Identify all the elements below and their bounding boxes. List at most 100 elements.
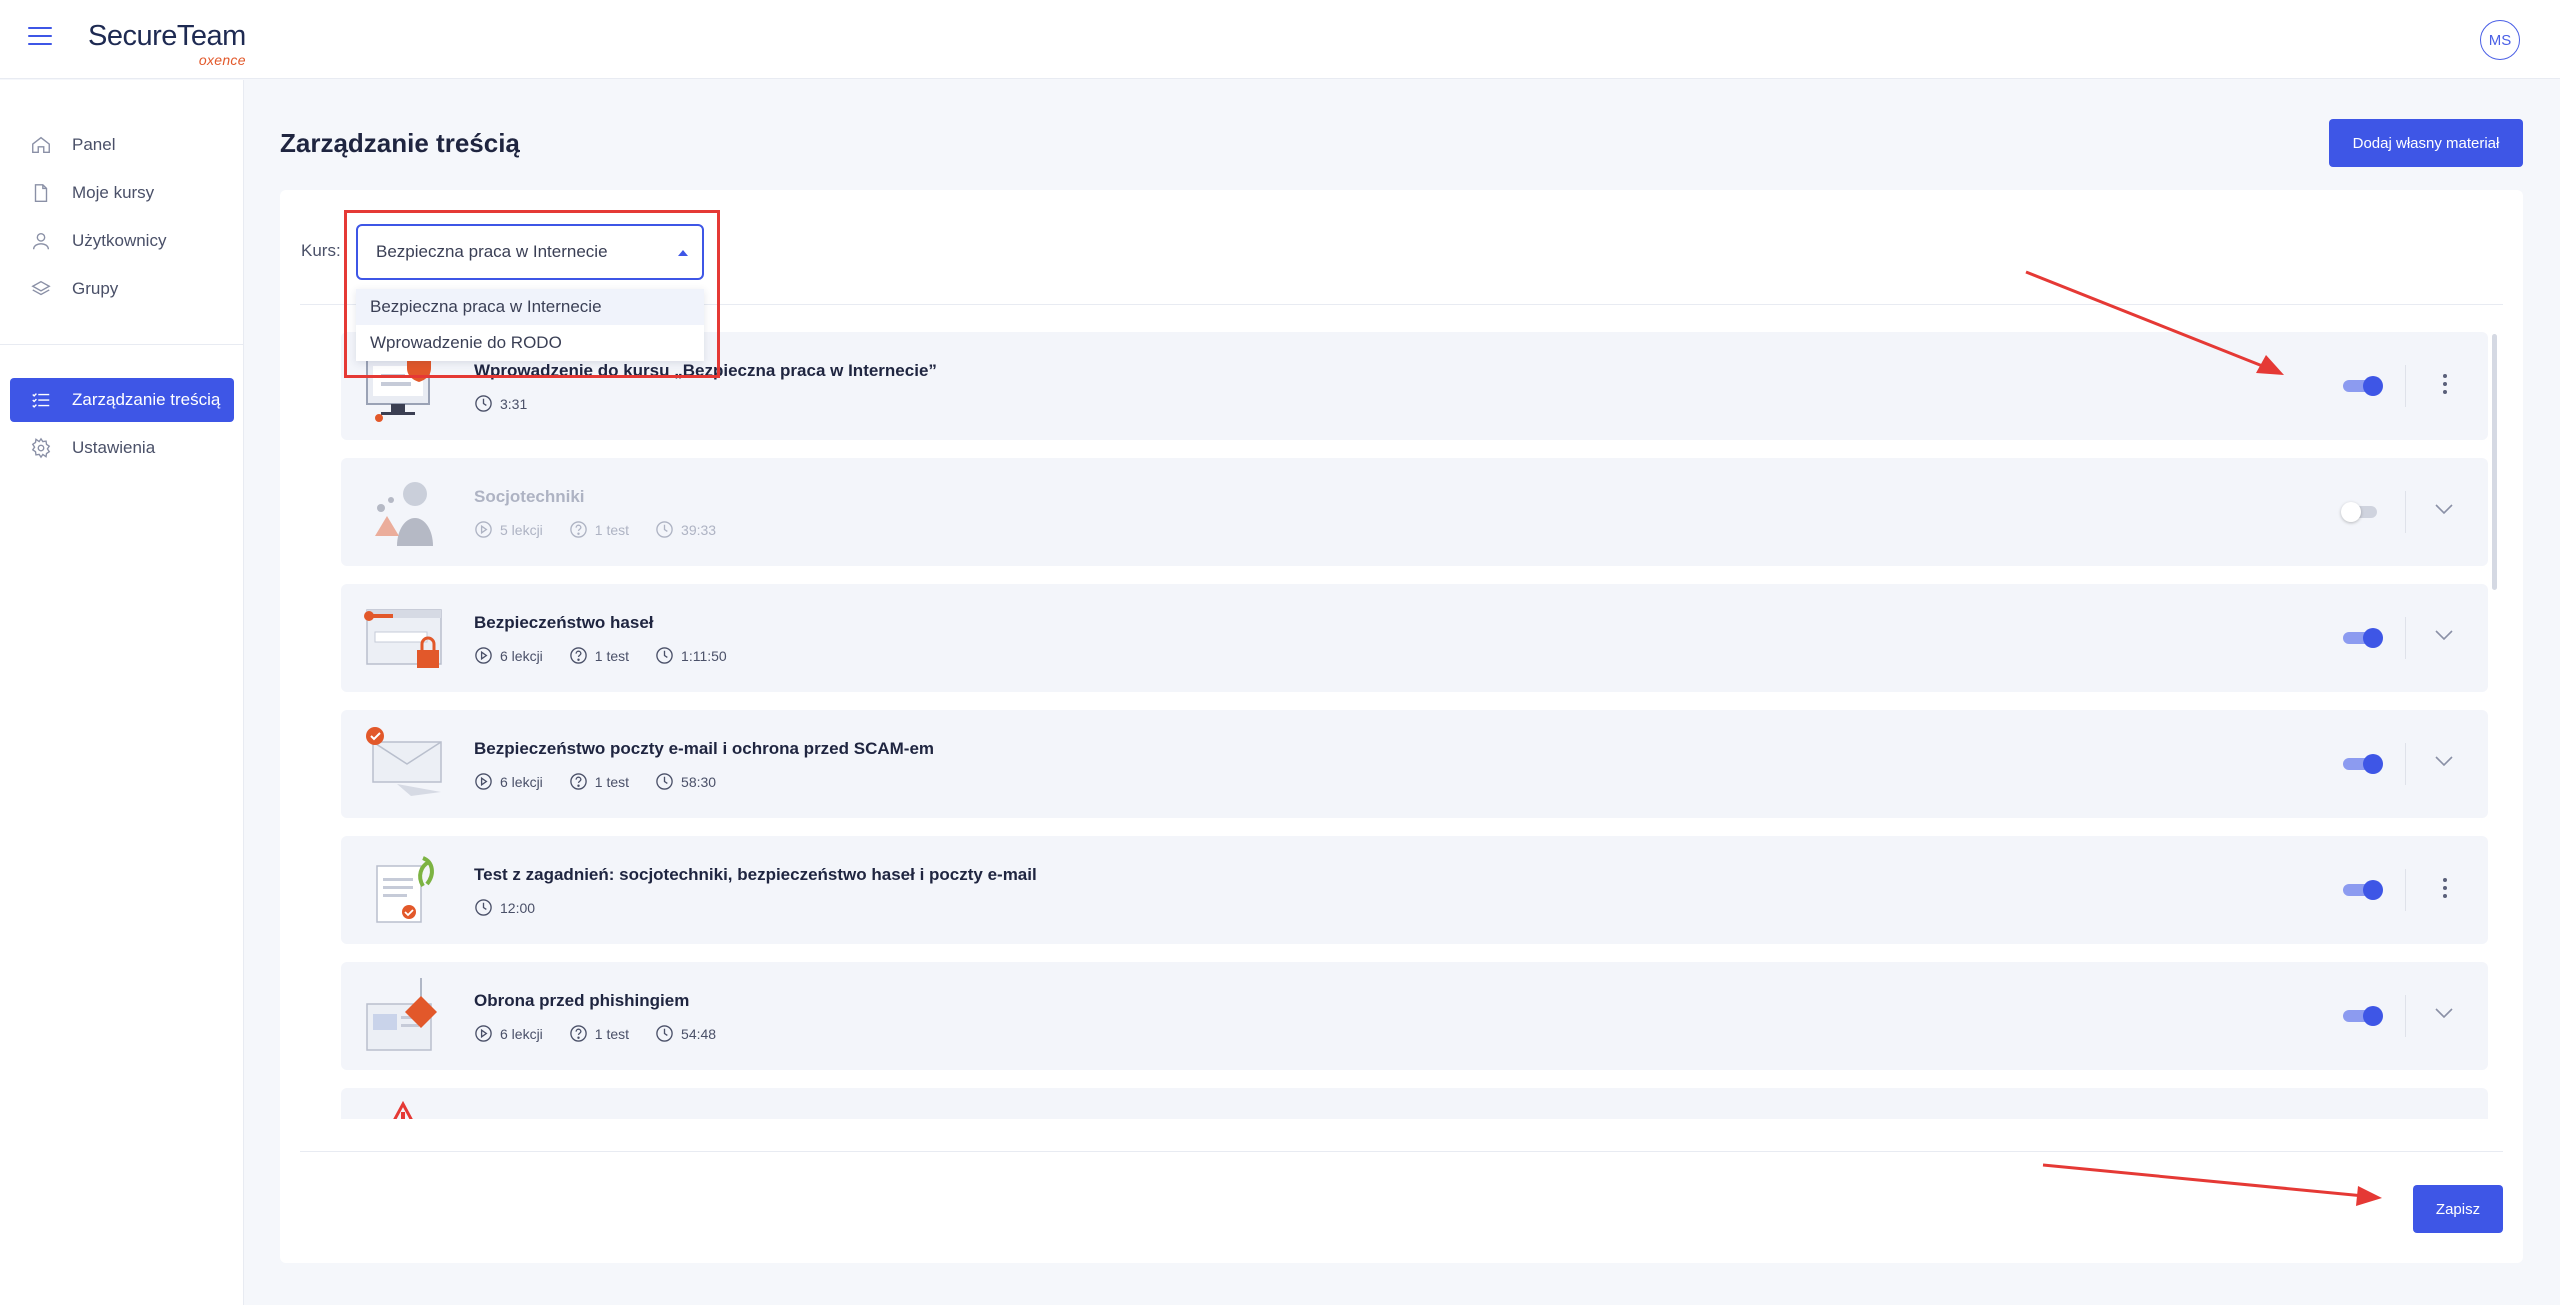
sidebar-item-panel[interactable]: Panel xyxy=(10,123,234,167)
test-value: 1 test xyxy=(594,1025,630,1042)
sidebar-item-label: Ustawienia xyxy=(72,438,156,457)
sidebar-item-label: Zarządzanie treścią xyxy=(72,390,221,409)
logo-subtext: oxence xyxy=(198,52,246,68)
gear-icon xyxy=(31,437,51,459)
question-circle-icon xyxy=(570,1025,587,1042)
duration-value: 1:11:50 xyxy=(681,647,727,664)
module-toggle[interactable] xyxy=(2343,628,2383,648)
sidebar-item-label: Grupy xyxy=(72,279,119,298)
caret-up-icon xyxy=(678,250,688,256)
test-value: 1 test xyxy=(594,773,630,790)
test-value: 1 test xyxy=(594,647,630,664)
module-row: Obrona przed phishingiem 6 lekcji 1 test… xyxy=(341,962,2488,1070)
more-vertical-icon[interactable] xyxy=(2441,374,2449,398)
duration: 1:11:50 xyxy=(655,646,727,665)
module-meta: 5 lekcji 1 test 39:33 xyxy=(474,520,742,539)
module-meta: 6 lekcji 1 test 54:48 xyxy=(474,1024,742,1043)
logo-text: SecureTeam xyxy=(88,20,246,52)
divider xyxy=(300,1151,2503,1152)
phishing-icon xyxy=(366,978,437,1051)
play-circle-icon xyxy=(475,1025,492,1042)
module-title: Test z zagadnień: socjotechniki, bezpiec… xyxy=(474,865,1037,884)
module-title: Socjotechniki xyxy=(474,487,585,506)
module-row: Bezpieczeństwo haseł 6 lekcji 1 test 1:1… xyxy=(341,584,2488,692)
question-circle-icon xyxy=(570,773,587,790)
question-circle-icon xyxy=(570,647,587,664)
course-select[interactable]: Bezpieczna praca w Internecie xyxy=(356,224,704,280)
top-bar: SecureTeam oxence MS xyxy=(0,0,2560,79)
lessons-count: 6 lekcji xyxy=(474,1024,543,1043)
list-icon xyxy=(32,393,50,408)
duration-value: 58:30 xyxy=(681,773,717,790)
module-toggle[interactable] xyxy=(2341,502,2379,522)
sidebar-item-settings[interactable]: Ustawienia xyxy=(10,426,234,470)
play-circle-icon xyxy=(475,773,492,790)
test-count: 1 test xyxy=(569,520,629,539)
divider xyxy=(2405,995,2406,1037)
avatar[interactable]: MS xyxy=(2480,20,2520,60)
divider xyxy=(2405,491,2406,533)
test-count: 1 test xyxy=(569,646,629,665)
course-label: Kurs: xyxy=(301,241,341,260)
scrollbar[interactable] xyxy=(2492,334,2497,590)
clock-icon xyxy=(656,521,673,538)
clock-icon xyxy=(475,899,492,916)
play-circle-icon xyxy=(475,647,492,664)
divider xyxy=(2405,617,2406,659)
sidebar-item-users[interactable]: Użytkownicy xyxy=(10,219,234,263)
home-icon xyxy=(32,136,50,154)
lessons-value: 6 lekcji xyxy=(500,773,543,790)
module-toggle[interactable] xyxy=(2343,376,2383,396)
chevron-down-icon[interactable] xyxy=(2434,502,2454,516)
layers-icon xyxy=(31,280,51,296)
module-row: Bezpieczeństwo poczty e-mail i ochrona p… xyxy=(341,710,2488,818)
test-count: 1 test xyxy=(569,1024,629,1043)
module-row: Socjotechniki 5 lekcji 1 test 39:33 xyxy=(341,458,2488,566)
test-count: 1 test xyxy=(569,772,629,791)
duration: 12:00 xyxy=(474,898,535,917)
lessons-count: 6 lekcji xyxy=(474,772,543,791)
duration: 39:33 xyxy=(655,520,716,539)
sidebar-item-content-management[interactable]: Zarządzanie treścią xyxy=(10,378,234,422)
more-vertical-icon[interactable] xyxy=(2441,878,2449,902)
module-title: Obrona przed phishingiem xyxy=(474,991,690,1010)
question-circle-icon xyxy=(570,521,587,538)
save-button[interactable]: Zapisz xyxy=(2413,1185,2503,1233)
divider xyxy=(2405,869,2406,911)
add-material-button[interactable]: Dodaj własny materiał xyxy=(2329,119,2523,167)
sidebar-divider xyxy=(0,344,244,345)
duration-value: 3:31 xyxy=(500,395,528,412)
chevron-down-icon[interactable] xyxy=(2434,1006,2454,1020)
lessons-count: 5 lekcji xyxy=(474,520,543,539)
sidebar-item-courses[interactable]: Moje kursy xyxy=(10,171,234,215)
page-title: Zarządzanie treścią xyxy=(280,128,520,158)
test-value: 1 test xyxy=(594,521,630,538)
module-toggle[interactable] xyxy=(2343,754,2383,774)
module-list: Wprowadzenie do kursu „Bezpieczna praca … xyxy=(341,332,2488,1119)
module-meta: 6 lekcji 1 test 1:11:50 xyxy=(474,646,753,665)
dropdown-option[interactable]: Bezpieczna praca w Internecie xyxy=(356,289,704,325)
clock-icon xyxy=(475,395,492,412)
module-meta: 3:31 xyxy=(474,394,553,413)
chevron-down-icon[interactable] xyxy=(2434,754,2454,768)
clock-icon xyxy=(656,773,673,790)
sidebar-item-groups[interactable]: Grupy xyxy=(10,267,234,311)
social-engineering-icon xyxy=(375,482,433,546)
sidebar: Panel Moje kursy Użytkownicy Grupy Zarzą… xyxy=(0,80,244,1305)
duration: 3:31 xyxy=(474,394,527,413)
duration: 54:48 xyxy=(655,1024,716,1043)
chevron-down-icon[interactable] xyxy=(2434,628,2454,642)
duration-value: 54:48 xyxy=(681,1025,717,1042)
email-security-icon xyxy=(366,727,442,796)
document-icon xyxy=(34,184,48,202)
dropdown-option[interactable]: Wprowadzenie do RODO xyxy=(356,325,704,361)
module-toggle[interactable] xyxy=(2343,880,2383,900)
module-row xyxy=(341,1088,2488,1119)
duration-value: 12:00 xyxy=(500,899,536,916)
user-icon xyxy=(32,232,50,250)
module-meta: 6 lekcji 1 test 58:30 xyxy=(474,772,742,791)
hamburger-menu-icon[interactable] xyxy=(28,26,52,46)
course-dropdown: Bezpieczna praca w Internecie Wprowadzen… xyxy=(356,289,704,361)
module-toggle[interactable] xyxy=(2343,1006,2383,1026)
logo: SecureTeam oxence xyxy=(88,20,246,68)
